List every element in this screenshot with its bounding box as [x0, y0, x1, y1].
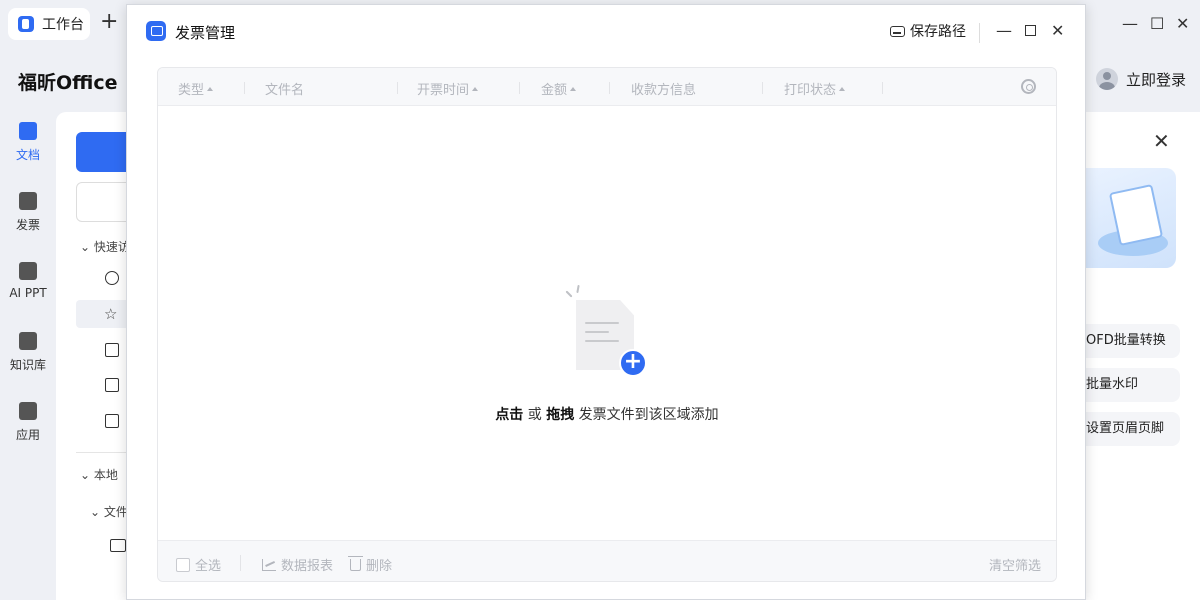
promo-illustration	[1086, 168, 1176, 268]
invoice-logo-icon	[146, 21, 166, 41]
tree-label: 本地	[93, 468, 118, 482]
tab-workbench[interactable]: 工作台	[8, 8, 90, 40]
shortcut-icon[interactable]	[105, 343, 119, 357]
column-label: 类型	[178, 83, 205, 98]
maximize-icon[interactable]	[1025, 25, 1036, 36]
add-file-plus-icon[interactable]: +	[619, 349, 647, 377]
invoice-management-dialog: 发票管理 保存路径 — ✕ 类型 文件名 开票时间 金额 收款方信息 打印状态	[126, 4, 1086, 600]
document-icon	[19, 122, 37, 140]
table-header: 类型 文件名 开票时间 金额 收款方信息 打印状态	[158, 68, 1056, 106]
brand-name: 福昕Office	[18, 72, 118, 94]
dialog-footer: 全选 数据报表 删除 清空筛选	[158, 540, 1056, 581]
checkbox-icon	[176, 557, 190, 572]
app-maximize-icon[interactable]: ☐	[1150, 14, 1164, 33]
app-minimize-icon[interactable]: —	[1122, 14, 1138, 33]
nav-item-apps[interactable]: 应用	[0, 402, 56, 443]
column-label: 打印状态	[784, 83, 837, 98]
close-icon[interactable]: ✕	[1051, 22, 1064, 40]
nav-item-label: 文档	[15, 148, 40, 162]
sort-caret-icon	[570, 86, 577, 91]
empty-hint-or: 或	[523, 407, 547, 423]
column-divider	[397, 82, 398, 94]
avatar-icon	[1096, 68, 1118, 90]
contact-card-icon[interactable]	[110, 539, 126, 552]
nav-item-documents[interactable]: 文档	[0, 122, 56, 163]
clear-filter-label: 清空筛选	[989, 559, 1042, 574]
new-tab-plus-icon[interactable]: +	[100, 11, 118, 33]
column-header-issue-date[interactable]: 开票时间	[417, 79, 479, 98]
sort-caret-icon	[207, 86, 214, 91]
login-button[interactable]: 立即登录	[1096, 68, 1186, 90]
column-label: 文件名	[265, 83, 305, 98]
apps-icon	[19, 402, 37, 420]
foxit-logo-icon	[18, 16, 34, 32]
tree-folder[interactable]: ⌄ 文件	[90, 503, 128, 520]
tree-label: 文件	[103, 505, 128, 519]
empty-hint-rest: 发票文件到该区域添加	[574, 407, 719, 423]
column-divider	[882, 82, 883, 94]
trash-icon	[348, 555, 363, 571]
delete-label: 删除	[366, 559, 393, 574]
column-divider	[519, 82, 520, 94]
column-divider	[609, 82, 610, 94]
login-label: 立即登录	[1126, 70, 1187, 89]
recent-clock-icon[interactable]	[105, 271, 119, 285]
invoice-drop-area[interactable]: 类型 文件名 开票时间 金额 收款方信息 打印状态 + 点击 或 拖拽 发票文件…	[157, 67, 1057, 582]
shortcut-icon[interactable]	[105, 414, 119, 428]
tool-ofd-convert[interactable]: OFD批量转换	[1078, 324, 1180, 358]
column-label: 开票时间	[417, 83, 470, 98]
shortcut-icon[interactable]	[105, 378, 119, 392]
minimize-icon[interactable]: —	[996, 22, 1012, 40]
empty-file-illustration[interactable]: +	[563, 284, 653, 378]
data-report-button[interactable]: 数据报表	[262, 555, 333, 574]
tree-quick-access[interactable]: ⌄ 快速访	[80, 238, 130, 255]
knowledge-base-icon	[19, 332, 37, 350]
column-header-type[interactable]: 类型	[178, 79, 214, 98]
tool-header-footer[interactable]: 设置页眉页脚	[1078, 412, 1180, 446]
column-label: 金额	[541, 83, 568, 98]
dialog-title: 发票管理	[175, 24, 236, 42]
column-header-print-status[interactable]: 打印状态	[784, 79, 846, 98]
nav-item-label: AI PPT	[9, 286, 47, 300]
column-header-payee: 收款方信息	[631, 79, 696, 98]
column-divider	[762, 82, 763, 94]
column-settings-gear-icon[interactable]	[1021, 79, 1036, 94]
tool-batch-watermark[interactable]: 批量水印	[1078, 368, 1180, 402]
data-report-label: 数据报表	[281, 559, 334, 574]
save-path-button[interactable]: 保存路径	[890, 21, 966, 41]
clear-filter-button[interactable]: 清空筛选	[989, 555, 1041, 574]
promo-close-icon[interactable]: ✕	[1153, 129, 1170, 153]
empty-hint-click[interactable]: 点击	[495, 407, 523, 423]
nav-item-label: 应用	[15, 428, 40, 442]
invoice-icon	[19, 192, 37, 210]
chart-icon	[262, 558, 276, 571]
app-close-icon[interactable]: ✕	[1176, 14, 1189, 33]
column-header-filename: 文件名	[265, 79, 304, 98]
column-header-amount[interactable]: 金额	[541, 79, 577, 98]
drive-icon	[890, 25, 905, 37]
save-path-label: 保存路径	[910, 24, 966, 40]
tree-label: 快速访	[93, 240, 130, 254]
column-divider	[244, 82, 245, 94]
empty-hint: 点击 或 拖拽 发票文件到该区域添加	[158, 404, 1056, 424]
sort-caret-icon	[472, 86, 479, 91]
nav-item-label: 发票	[15, 218, 40, 232]
nav-item-invoices[interactable]: 发票	[0, 192, 56, 233]
star-icon: ☆	[104, 305, 118, 323]
sort-caret-icon	[839, 86, 846, 91]
empty-hint-drag: 拖拽	[546, 407, 575, 423]
dialog-header: 发票管理 保存路径 — ✕	[127, 5, 1087, 61]
tab-workbench-label: 工作台	[42, 17, 84, 33]
select-all-checkbox[interactable]: 全选	[176, 555, 221, 574]
nav-item-ai-ppt[interactable]: AI PPT	[0, 262, 56, 300]
nav-item-knowledge-base[interactable]: 知识库	[0, 332, 56, 373]
divider	[240, 555, 241, 571]
column-label: 收款方信息	[631, 83, 697, 98]
divider	[979, 23, 980, 43]
select-all-label: 全选	[195, 559, 222, 574]
ai-ppt-icon	[19, 262, 37, 280]
nav-item-label: 知识库	[9, 358, 46, 372]
tree-local[interactable]: ⌄ 本地	[80, 466, 118, 483]
delete-button[interactable]: 删除	[348, 555, 393, 574]
